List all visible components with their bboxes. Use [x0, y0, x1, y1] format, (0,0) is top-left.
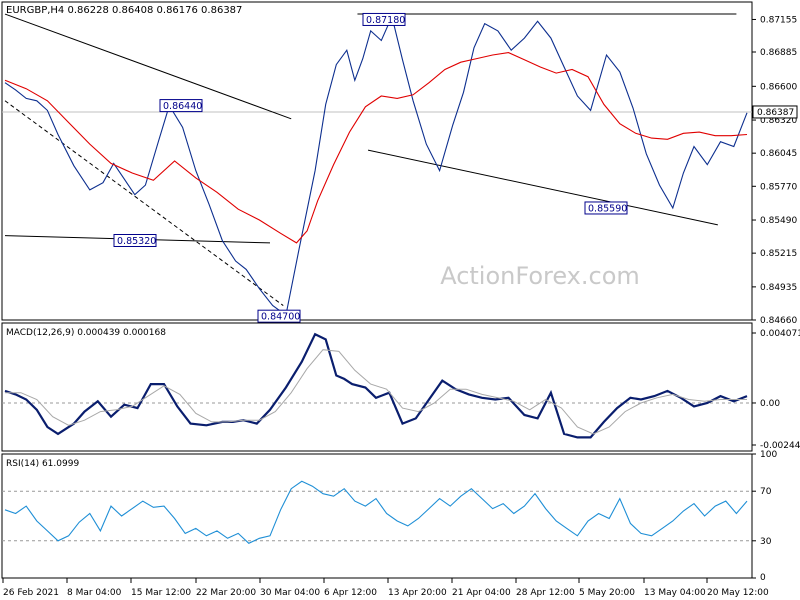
price-ytick-label: 0.85215 [760, 249, 797, 259]
macd-ytick-label: 0.00 [760, 399, 780, 409]
price-ytick-label: 0.85490 [760, 216, 797, 226]
x-tick-label: 20 May 12:00 [707, 588, 769, 598]
price-annotation-label: 0.85320 [117, 236, 156, 247]
price-title: EURGBP,H4 0.86228 0.86408 0.86176 0.8638… [6, 5, 242, 16]
x-tick-label: 8 Mar 04:00 [67, 588, 122, 598]
rsi-title: RSI(14) 61.0999 [6, 459, 79, 469]
rsi-y-axis: 100 70 30 0 [752, 450, 777, 583]
chart-root: ActionForex.com 0.86440 0.85320 0.84700 0.8… [1, 1, 800, 598]
macd-panel: MACD(12,26,9) 0.000439 0.000168 0.004071… [1, 322, 800, 452]
macd-y-axis: 0.0040710.00-0.002445 [752, 329, 800, 451]
price-ytick-label: 0.86885 [760, 48, 797, 58]
price-ytick-label: 0.85770 [760, 182, 797, 192]
price-ytick-label: 0.87155 [760, 15, 797, 25]
watermark: ActionForex.com [440, 262, 640, 290]
rsi-ytick-label: 30 [760, 537, 772, 547]
price-y-axis: 0.871550.868850.866000.863200.860450.857… [752, 15, 797, 326]
rsi-plot-area [1, 453, 753, 579]
price-ytick-label: 0.86600 [760, 82, 797, 92]
x-tick-label: 13 Apr 20:00 [388, 588, 447, 598]
x-tick-label: 15 Mar 12:00 [131, 588, 191, 598]
rsi-panel: RSI(14) 61.0999 100 70 30 0 [1, 450, 777, 583]
x-tick-label: 26 Feb 2021 [3, 588, 59, 598]
macd-plot-area [1, 322, 753, 452]
price-annotation-label: 0.84700 [261, 312, 300, 323]
x-axis: 26 Feb 2021 8 Mar 04:00 15 Mar 12:00 22 Mar… [2, 578, 769, 598]
macd-title: MACD(12,26,9) 0.000439 0.000168 [6, 328, 166, 338]
rsi-ytick-label: 0 [760, 573, 766, 583]
x-tick-label: 21 Apr 04:00 [452, 588, 511, 598]
x-tick-label: 6 Apr 12:00 [324, 588, 377, 598]
price-annotation-label: 0.85590 [588, 203, 627, 214]
price-panel: ActionForex.com 0.86440 0.85320 0.84700 0.8… [1, 1, 798, 326]
rsi-ytick-label: 70 [760, 487, 772, 497]
x-tick-label: 22 Mar 20:00 [196, 588, 256, 598]
x-tick-label: 13 May 04:00 [644, 588, 706, 598]
price-ytick-label: 0.86045 [760, 149, 797, 159]
macd-ytick-label: 0.004071 [760, 329, 800, 339]
price-annotation-label: 0.87180 [366, 15, 405, 26]
x-tick-label: 5 May 20:00 [579, 588, 635, 598]
last-price-label: 0.86387 [757, 108, 794, 118]
x-tick-label: 30 Mar 04:00 [260, 588, 320, 598]
price-ytick-label: 0.84935 [760, 283, 797, 293]
rsi-ytick-label: 100 [760, 450, 777, 460]
x-tick-label: 28 Apr 12:00 [516, 588, 575, 598]
last-price-tag: 0.86387 [752, 105, 798, 119]
price-annotation-label: 0.86440 [163, 101, 202, 112]
price-ytick-label: 0.84660 [760, 316, 797, 326]
